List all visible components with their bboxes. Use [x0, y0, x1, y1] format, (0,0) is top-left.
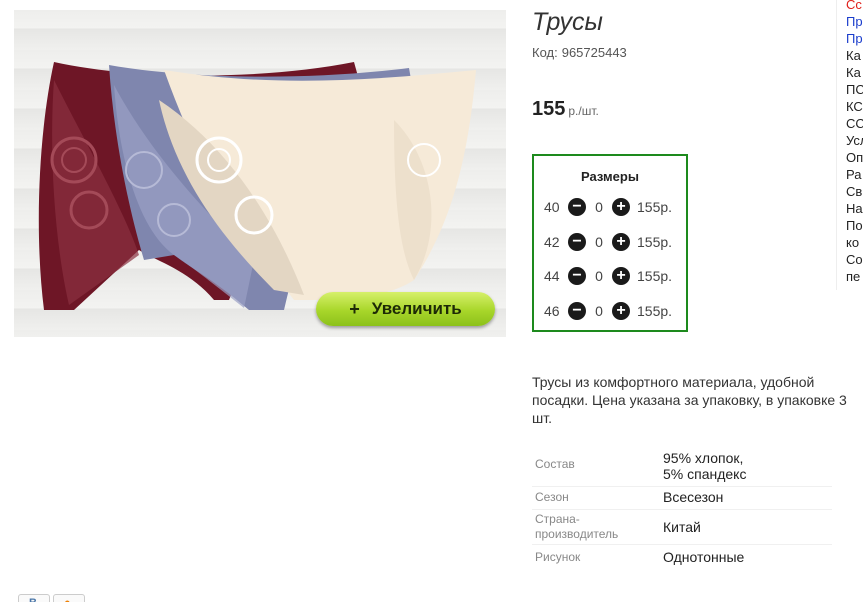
product-title: Трусы	[532, 8, 603, 36]
side-item: Со	[846, 252, 863, 267]
spec-value: 95% хлопок,	[663, 450, 744, 466]
side-item: ПС	[846, 82, 863, 97]
product-page: + Увеличить Трусы Код: 965725443 155 р./шт…	[0, 0, 863, 602]
minus-button[interactable]: −	[568, 198, 586, 216]
size-label: 46	[544, 303, 560, 319]
code-label: Код:	[532, 45, 558, 60]
size-price: 155р.	[637, 199, 673, 215]
price-unit: р./шт.	[568, 104, 599, 118]
plus-button[interactable]: +	[612, 267, 630, 285]
spec-label: Страна-	[535, 512, 580, 526]
side-item: СС	[846, 116, 863, 131]
size-row: 44 − 0 + 155р.	[544, 266, 672, 286]
side-item: КС	[846, 99, 863, 114]
plus-icon: +	[349, 298, 360, 319]
divider	[532, 486, 832, 487]
sizes-box: Размеры 40 − 0 + 155р. 42 − 0 + 155р. 44…	[532, 154, 688, 332]
spec-label: производитель	[535, 527, 619, 541]
zoom-button[interactable]: + Увеличить	[316, 292, 495, 326]
spec-label: Состав	[535, 457, 575, 471]
spec-value: Китай	[663, 519, 701, 535]
side-item: Ра	[846, 167, 862, 182]
price-value: 155	[532, 98, 566, 120]
spec-value: Однотонные	[663, 549, 745, 565]
quantity-value[interactable]: 0	[586, 199, 612, 215]
ok-share-button[interactable]: ●	[53, 594, 85, 602]
quantity-value[interactable]: 0	[586, 234, 612, 250]
size-label: 42	[544, 234, 560, 250]
size-row: 46 − 0 + 155р.	[544, 301, 672, 321]
divider	[532, 544, 832, 545]
plus-button[interactable]: +	[612, 198, 630, 216]
divider	[836, 0, 837, 290]
code-value: 965725443	[561, 45, 627, 60]
side-links: Сс Пр Пр Ка Ка ПС КС СС Усл Оп Ра Св На …	[846, 0, 863, 285]
product-code: Код: 965725443	[532, 45, 627, 60]
size-price: 155р.	[637, 303, 673, 319]
side-item: пе	[846, 269, 861, 284]
side-item: На	[846, 201, 863, 216]
sizes-title: Размеры	[581, 169, 639, 184]
product-photo[interactable]: + Увеличить	[14, 10, 506, 337]
spec-value: Всесезон	[663, 489, 724, 505]
quantity-value[interactable]: 0	[586, 268, 612, 284]
plus-button[interactable]: +	[612, 302, 630, 320]
side-item: Ка	[846, 65, 861, 80]
side-item: Св	[846, 184, 863, 199]
divider	[532, 509, 832, 510]
product-price: 155 р./шт.	[532, 98, 599, 121]
product-illustration	[38, 62, 476, 310]
size-label: 40	[544, 199, 560, 215]
share-buttons: B ●	[18, 594, 85, 602]
minus-button[interactable]: −	[568, 267, 586, 285]
side-item: Оп	[846, 150, 863, 165]
side-item: По	[846, 218, 863, 233]
size-label: 44	[544, 268, 560, 284]
spec-label: Сезон	[535, 490, 569, 504]
ok-icon: ●	[64, 597, 71, 602]
side-item: Усл	[846, 133, 863, 148]
size-row: 40 − 0 + 155р.	[544, 197, 672, 217]
side-link[interactable]: Сс	[846, 0, 863, 13]
spec-value: 5% спандекс	[663, 466, 747, 482]
size-price: 155р.	[637, 268, 673, 284]
size-row: 42 − 0 + 155р.	[544, 232, 672, 252]
side-item: ко	[846, 235, 860, 250]
plus-button[interactable]: +	[612, 233, 630, 251]
side-item: Ка	[846, 48, 861, 63]
side-link[interactable]: Пр	[846, 30, 863, 47]
minus-button[interactable]: −	[568, 233, 586, 251]
minus-button[interactable]: −	[568, 302, 586, 320]
vk-icon: B	[29, 597, 37, 602]
size-price: 155р.	[637, 234, 673, 250]
quantity-value[interactable]: 0	[586, 303, 612, 319]
vk-share-button[interactable]: B	[18, 594, 50, 602]
spec-label: Рисунок	[535, 550, 581, 564]
product-description: Трусы из комфортного материала, удобной …	[532, 374, 847, 426]
zoom-label: Увеличить	[371, 299, 462, 318]
side-link[interactable]: Пр	[846, 13, 863, 30]
